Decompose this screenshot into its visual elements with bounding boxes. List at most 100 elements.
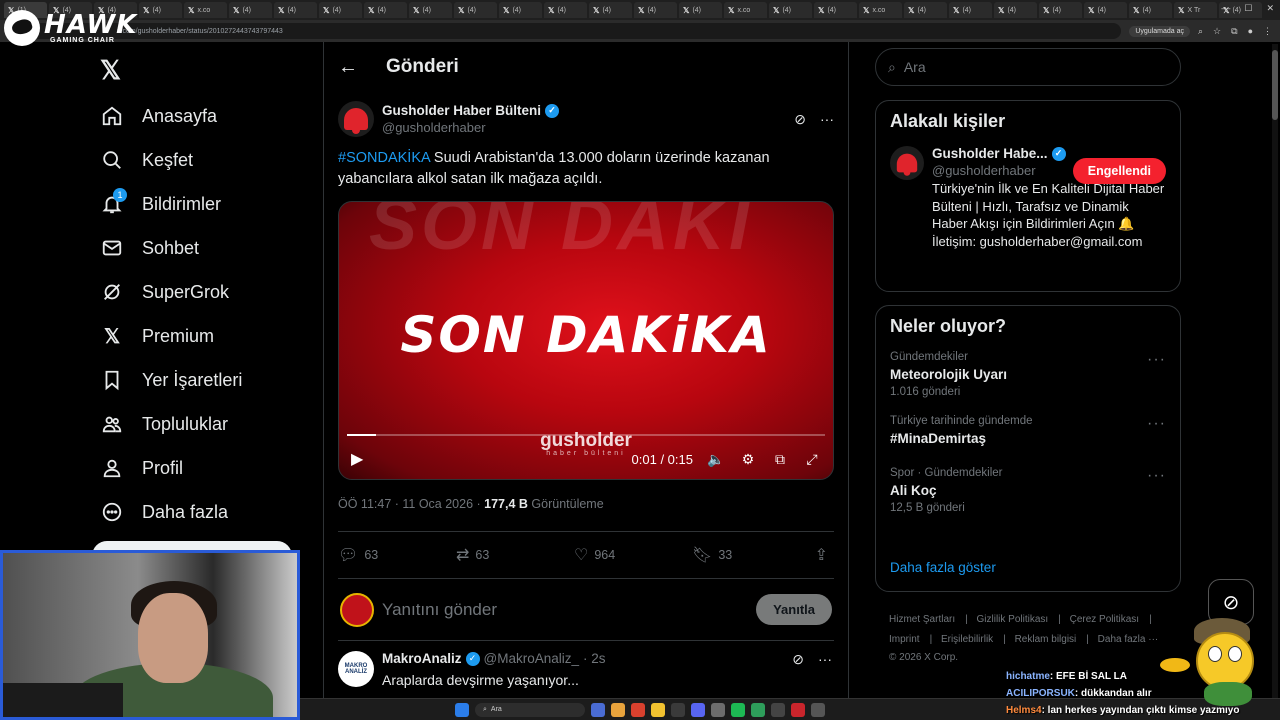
browser-tab[interactable]: 𝕏 (4)	[679, 2, 722, 18]
hashtag-link[interactable]: #SONDAKİKA	[338, 150, 430, 166]
fullscreen-icon[interactable]: ⤢	[803, 451, 821, 468]
nav-item-communities[interactable]: Topluluklar	[100, 402, 310, 446]
url-field[interactable]: x.com/gusholderhaber/status/201027244374…	[25, 23, 1122, 39]
browser-tab[interactable]: 𝕏 (4)	[274, 2, 317, 18]
commenter-name[interactable]: MakroAnaliz	[382, 651, 462, 666]
commenter-handle[interactable]: @MakroAnaliz_	[484, 651, 580, 666]
browser-tab[interactable]: 𝕏 (4)	[1129, 2, 1172, 18]
footer-link[interactable]: Çerez Politikası	[1070, 614, 1139, 625]
app-icon[interactable]	[811, 702, 825, 717]
related-name[interactable]: Gusholder Habe...	[932, 146, 1048, 161]
nav-item-more[interactable]: Daha fazla	[100, 490, 310, 534]
footer-link[interactable]: Reklam bilgisi	[1015, 634, 1077, 645]
show-more-link[interactable]: Daha fazla göster	[890, 560, 996, 575]
extensions-icon[interactable]: ⧉	[1231, 26, 1237, 37]
trend-item[interactable]: Spor · Gündemdekiler Ali Koç 12,5 B gönd…	[890, 467, 1166, 514]
like-action[interactable]: ♡ 964	[574, 545, 692, 565]
back-arrow-icon[interactable]: ←	[338, 56, 360, 79]
browser-tab[interactable]: 𝕏 (4)	[544, 2, 587, 18]
search-input[interactable]: ⌕ Ara	[875, 48, 1181, 86]
commenter-avatar[interactable]: MAKRO ANALİZ	[338, 651, 374, 687]
app-icon[interactable]	[611, 702, 625, 717]
browser-tab[interactable]: 𝕏 (4)	[814, 2, 857, 18]
star-icon[interactable]: ☆	[1213, 26, 1221, 37]
app-icon[interactable]	[591, 702, 605, 717]
related-handle[interactable]: @gusholderhaber	[932, 163, 1066, 178]
nav-item-profile[interactable]: Profil	[100, 446, 310, 490]
trend-more-icon[interactable]: ···	[1147, 351, 1166, 369]
grok-icon[interactable]: ⊘	[794, 111, 806, 128]
trend-item[interactable]: Türkiye tarihinde gündemde #MinaDemirtaş…	[890, 415, 1166, 451]
app-icon[interactable]	[691, 702, 705, 717]
related-avatar[interactable]	[890, 146, 924, 180]
footer-link[interactable]: Gizlilik Politikası	[977, 614, 1049, 625]
browser-tab[interactable]: 𝕏 (4)	[1084, 2, 1127, 18]
nav-item-bookmarks[interactable]: Yer İşaretleri	[100, 358, 310, 402]
app-icon[interactable]	[711, 702, 725, 717]
app-icon[interactable]	[751, 702, 765, 717]
app-icon[interactable]	[631, 702, 645, 717]
browser-tab[interactable]: 𝕏 (4)	[499, 2, 542, 18]
browser-tab[interactable]: 𝕏X Tr	[1174, 2, 1217, 18]
repost-action[interactable]: ⇄ 63	[456, 545, 574, 565]
browser-tab[interactable]: 𝕏 (4)	[454, 2, 497, 18]
app-icon[interactable]	[731, 702, 745, 717]
author-handle[interactable]: @gusholderhaber	[382, 120, 786, 135]
app-icon[interactable]	[791, 702, 805, 717]
browser-tab[interactable]: 𝕏 (4)	[904, 2, 947, 18]
menu-icon[interactable]: ⋮	[1263, 26, 1272, 37]
browser-tab[interactable]: 𝕏 (4)	[409, 2, 452, 18]
reply-input[interactable]: Yanıtını gönder	[382, 600, 748, 620]
browser-tab[interactable]: 𝕏x.co	[724, 2, 767, 18]
x-logo-icon[interactable]: 𝕏	[100, 55, 121, 86]
volume-icon[interactable]: 🔈	[707, 451, 725, 468]
taskbar-search[interactable]: ⌕ Ara	[475, 702, 585, 717]
footer-link[interactable]: Hizmet Şartları	[889, 614, 955, 625]
video-progress-bar[interactable]	[347, 434, 825, 436]
footer-link[interactable]: Imprint	[889, 634, 920, 645]
profile-icon[interactable]: ●	[1248, 26, 1253, 37]
user-avatar[interactable]	[340, 592, 374, 627]
browser-tab[interactable]: 𝕏 (4)	[364, 2, 407, 18]
browser-tab[interactable]: 𝕏 (4)	[949, 2, 992, 18]
post-timestamp[interactable]: ÖÖ 11:47 · 11 Oca 2026 ·	[338, 497, 484, 511]
author-name[interactable]: Gusholder Haber Bülteni	[382, 103, 541, 118]
trend-more-icon[interactable]: ···	[1147, 467, 1166, 485]
app-icon[interactable]	[771, 702, 785, 717]
trend-item[interactable]: Gündemdekiler Meteorolojik Uyarı 1.016 g…	[890, 351, 1166, 398]
grok-icon[interactable]: ⊘	[792, 651, 804, 668]
footer-link[interactable]: Erişilebilirlik	[941, 634, 993, 645]
reply-button[interactable]: Yanıtla	[756, 594, 832, 625]
open-in-app-button[interactable]: Uygulamada aç	[1129, 25, 1190, 37]
play-icon[interactable]: ▶	[351, 449, 363, 469]
browser-tab[interactable]: 𝕏 (4)	[634, 2, 677, 18]
browser-tab[interactable]: 𝕏 (4)	[994, 2, 1037, 18]
browser-tab[interactable]: 𝕏 (4)	[1039, 2, 1082, 18]
more-options-icon[interactable]: ···	[818, 651, 832, 668]
settings-gear-icon[interactable]: ⚙	[739, 451, 757, 468]
maximize-icon[interactable]: ☐	[1244, 3, 1252, 14]
trend-more-icon[interactable]: ···	[1147, 415, 1166, 433]
bookmark-action[interactable]: 🔖︎ 33	[692, 545, 810, 565]
nav-item-home[interactable]: Anasayfa	[100, 94, 310, 138]
app-icon[interactable]	[671, 702, 685, 717]
browser-tab[interactable]: 𝕏 (4)	[769, 2, 812, 18]
browser-tab[interactable]: 𝕏 (4)	[319, 2, 362, 18]
video-player[interactable]: SON DAKİ SON DAKiKA gusholder haber bült…	[338, 201, 834, 480]
browser-tab[interactable]: 𝕏x.co	[184, 2, 227, 18]
browser-tab[interactable]: 𝕏 (4)	[229, 2, 272, 18]
nav-item-supergrok[interactable]: SuperGrok	[100, 270, 310, 314]
reply-action[interactable]: 💬︎ 63	[338, 545, 456, 565]
author-avatar[interactable]	[338, 101, 374, 137]
footer-link[interactable]: Daha fazla ···	[1098, 634, 1159, 645]
zoom-icon[interactable]: ⌕	[1198, 26, 1203, 37]
more-options-icon[interactable]: ···	[820, 111, 834, 128]
minimize-icon[interactable]: —	[1221, 3, 1230, 14]
nav-item-explore[interactable]: Keşfet	[100, 138, 310, 182]
browser-tab[interactable]: 𝕏x.co	[859, 2, 902, 18]
nav-item-premium[interactable]: 𝕏 Premium	[100, 314, 310, 358]
app-icon[interactable]	[651, 702, 665, 717]
page-scrollbar[interactable]	[1272, 44, 1278, 698]
share-action[interactable]: ⇪	[815, 545, 828, 565]
nav-item-notifications[interactable]: 1 Bildirimler	[100, 182, 310, 226]
